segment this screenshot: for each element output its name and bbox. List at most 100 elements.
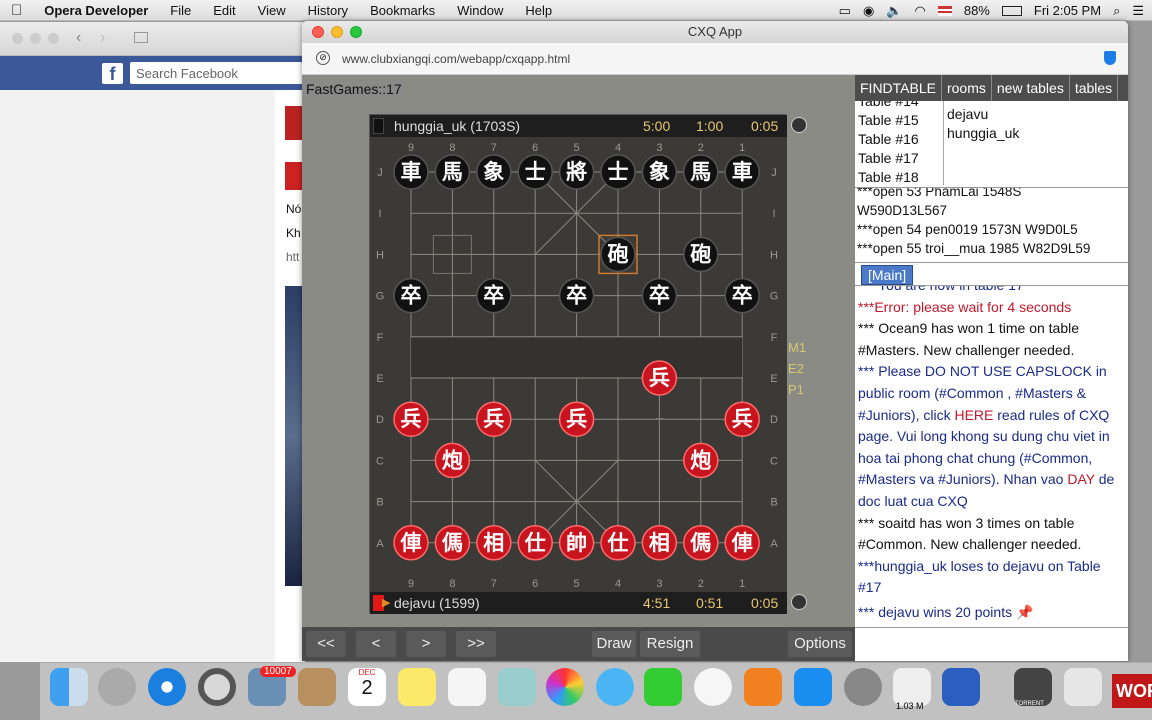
battery-label[interactable]: 88% xyxy=(964,3,990,18)
black-piece[interactable]: 將 xyxy=(566,160,587,184)
menu-list-icon[interactable]: ☰ xyxy=(1132,3,1144,19)
calendar-icon[interactable]: DEC 2 xyxy=(348,668,386,706)
red-soldier[interactable]: 兵 xyxy=(732,407,753,431)
preview-icon[interactable] xyxy=(498,668,536,706)
window-min-icon[interactable] xyxy=(30,33,41,44)
black-piece[interactable]: 士 xyxy=(608,160,629,184)
spotlight-icon[interactable]: ⌕ xyxy=(1113,3,1120,19)
rules-here-link[interactable]: HERE xyxy=(954,407,993,423)
minimize-icon[interactable] xyxy=(331,26,343,38)
red-piece[interactable]: 傌 xyxy=(442,531,463,555)
notes-icon[interactable] xyxy=(398,668,436,706)
move-tag-m1[interactable]: M1 xyxy=(788,337,806,358)
finder-icon[interactable] xyxy=(50,668,88,706)
menu-edit[interactable]: Edit xyxy=(202,3,246,18)
red-piece[interactable]: 俥 xyxy=(400,531,422,555)
red-piece[interactable]: 仕 xyxy=(607,531,629,555)
facebook-search-input[interactable]: Search Facebook xyxy=(130,62,305,84)
launchpad-icon[interactable] xyxy=(98,668,136,706)
table-item-18[interactable]: Table #18 xyxy=(855,168,943,185)
chat-log[interactable]: *** You are now in table 17 ***Error: pl… xyxy=(855,285,1128,625)
top-player-name[interactable]: hunggia_uk (1703S) xyxy=(394,115,520,137)
shield-icon[interactable] xyxy=(1104,51,1116,65)
black-piece[interactable]: 馬 xyxy=(690,160,711,184)
apple-icon[interactable]:  xyxy=(0,2,33,19)
window-close-icon[interactable] xyxy=(12,33,23,44)
xiangqi-board[interactable]: hunggia_uk (1703S) 5:00 1:00 0:05 9 9 8 8 7 7… xyxy=(369,114,807,614)
black-piece[interactable]: 士 xyxy=(525,160,546,184)
ibooks-icon[interactable] xyxy=(744,668,782,706)
bottom-player-name[interactable]: dejavu (1599) xyxy=(394,592,480,614)
battery-icon[interactable] xyxy=(1001,5,1022,16)
red-piece[interactable]: 傌 xyxy=(690,531,711,555)
tab-tables[interactable]: tables xyxy=(1070,75,1119,101)
open-games-list[interactable]: ***open 53 PhamLai 1548S W590D13L567 ***… xyxy=(855,187,1128,263)
clock[interactable]: Fri 2:05 PM xyxy=(1034,3,1101,18)
black-piece[interactable]: 象 xyxy=(649,160,670,184)
player-item[interactable]: hunggia_uk xyxy=(947,124,1126,143)
move-tag-e2[interactable]: E2 xyxy=(788,358,806,379)
first-move-button[interactable]: << xyxy=(306,631,346,657)
black-soldier[interactable]: 卒 xyxy=(566,284,587,308)
next-move-button[interactable]: > xyxy=(406,631,446,657)
red-piece[interactable]: 帥 xyxy=(566,531,587,555)
reminders-icon[interactable] xyxy=(448,668,486,706)
menu-bookmarks[interactable]: Bookmarks xyxy=(359,3,446,18)
trash-icon[interactable] xyxy=(1064,668,1102,706)
rules-day-link[interactable]: DAY xyxy=(1067,471,1095,487)
resign-button[interactable]: Resign xyxy=(640,631,700,657)
tab-findtable[interactable]: FINDTABLE xyxy=(855,75,942,101)
red-soldier[interactable]: 兵 xyxy=(566,407,587,431)
volume-icon[interactable]: 🔈 xyxy=(886,3,902,19)
screen-icon[interactable]: ▭ xyxy=(839,3,851,19)
table-item-15[interactable]: Table #15 xyxy=(855,111,943,130)
black-cannon[interactable]: 砲 xyxy=(608,242,629,266)
board-svg[interactable]: 9 9 8 8 7 7 6 6 5 5 4 4 3 3 2 2 1 1 J J I I H H G G F F E E D D C C B B A A + 車… xyxy=(370,137,787,592)
table-list[interactable]: Table #14 Table #15 Table #16 Table #17 … xyxy=(855,101,944,185)
board-grid[interactable]: 9 9 8 8 7 7 6 6 5 5 4 4 3 3 2 2 1 1 J J I I H H G G F F E E D D C C B B A A + 車… xyxy=(370,137,787,592)
menu-window[interactable]: Window xyxy=(446,3,514,18)
video-camera-icon[interactable] xyxy=(942,668,980,706)
wifi-icon[interactable]: ◠ xyxy=(915,3,926,19)
sidebar-toggle-icon[interactable] xyxy=(134,32,148,43)
opera-icon[interactable] xyxy=(198,668,236,706)
move-tag-p1[interactable]: P1 xyxy=(788,379,806,400)
menu-help[interactable]: Help xyxy=(514,3,563,18)
table-item-17[interactable]: Table #17 xyxy=(855,149,943,168)
black-piece[interactable]: 象 xyxy=(483,160,504,184)
player-item[interactable]: dejavu xyxy=(947,105,1126,124)
black-piece[interactable]: 車 xyxy=(401,160,422,184)
black-soldier[interactable]: 卒 xyxy=(649,284,670,308)
menu-file[interactable]: File xyxy=(159,3,202,18)
site-info-icon[interactable]: ⊘ xyxy=(316,51,330,65)
red-piece[interactable]: 俥 xyxy=(731,531,753,555)
options-button[interactable]: Options xyxy=(788,631,852,657)
flag-icon[interactable] xyxy=(937,5,952,16)
black-soldier[interactable]: 卒 xyxy=(401,284,422,308)
messages-icon[interactable] xyxy=(596,668,634,706)
system-preferences-icon[interactable] xyxy=(844,668,882,706)
maximize-icon[interactable] xyxy=(350,26,362,38)
record-icon[interactable]: ◉ xyxy=(863,3,874,19)
main-room-tab[interactable]: [Main] xyxy=(861,265,914,285)
window-max-icon[interactable] xyxy=(48,33,59,44)
edge-window-icon[interactable]: WOR xyxy=(1112,674,1152,708)
black-piece[interactable]: 車 xyxy=(732,160,753,184)
chat-input[interactable] xyxy=(855,627,1128,661)
tab-rooms[interactable]: rooms xyxy=(942,75,992,101)
red-soldier[interactable]: 兵 xyxy=(401,407,422,431)
red-piece[interactable]: 相 xyxy=(483,531,504,555)
red-soldier[interactable]: 兵 xyxy=(649,366,670,390)
menu-history[interactable]: History xyxy=(297,3,359,18)
itunes-icon[interactable] xyxy=(694,668,732,706)
red-piece[interactable]: 相 xyxy=(649,531,670,555)
black-soldier[interactable]: 卒 xyxy=(732,284,753,308)
red-piece[interactable]: 仕 xyxy=(524,531,546,555)
tab-new-tables[interactable]: new tables xyxy=(992,75,1070,101)
close-icon[interactable] xyxy=(312,26,324,38)
facetime-icon[interactable] xyxy=(644,668,682,706)
black-soldier[interactable]: 卒 xyxy=(483,284,504,308)
draw-button[interactable]: Draw xyxy=(592,631,636,657)
app-store-icon[interactable] xyxy=(794,668,832,706)
menu-view[interactable]: View xyxy=(247,3,297,18)
